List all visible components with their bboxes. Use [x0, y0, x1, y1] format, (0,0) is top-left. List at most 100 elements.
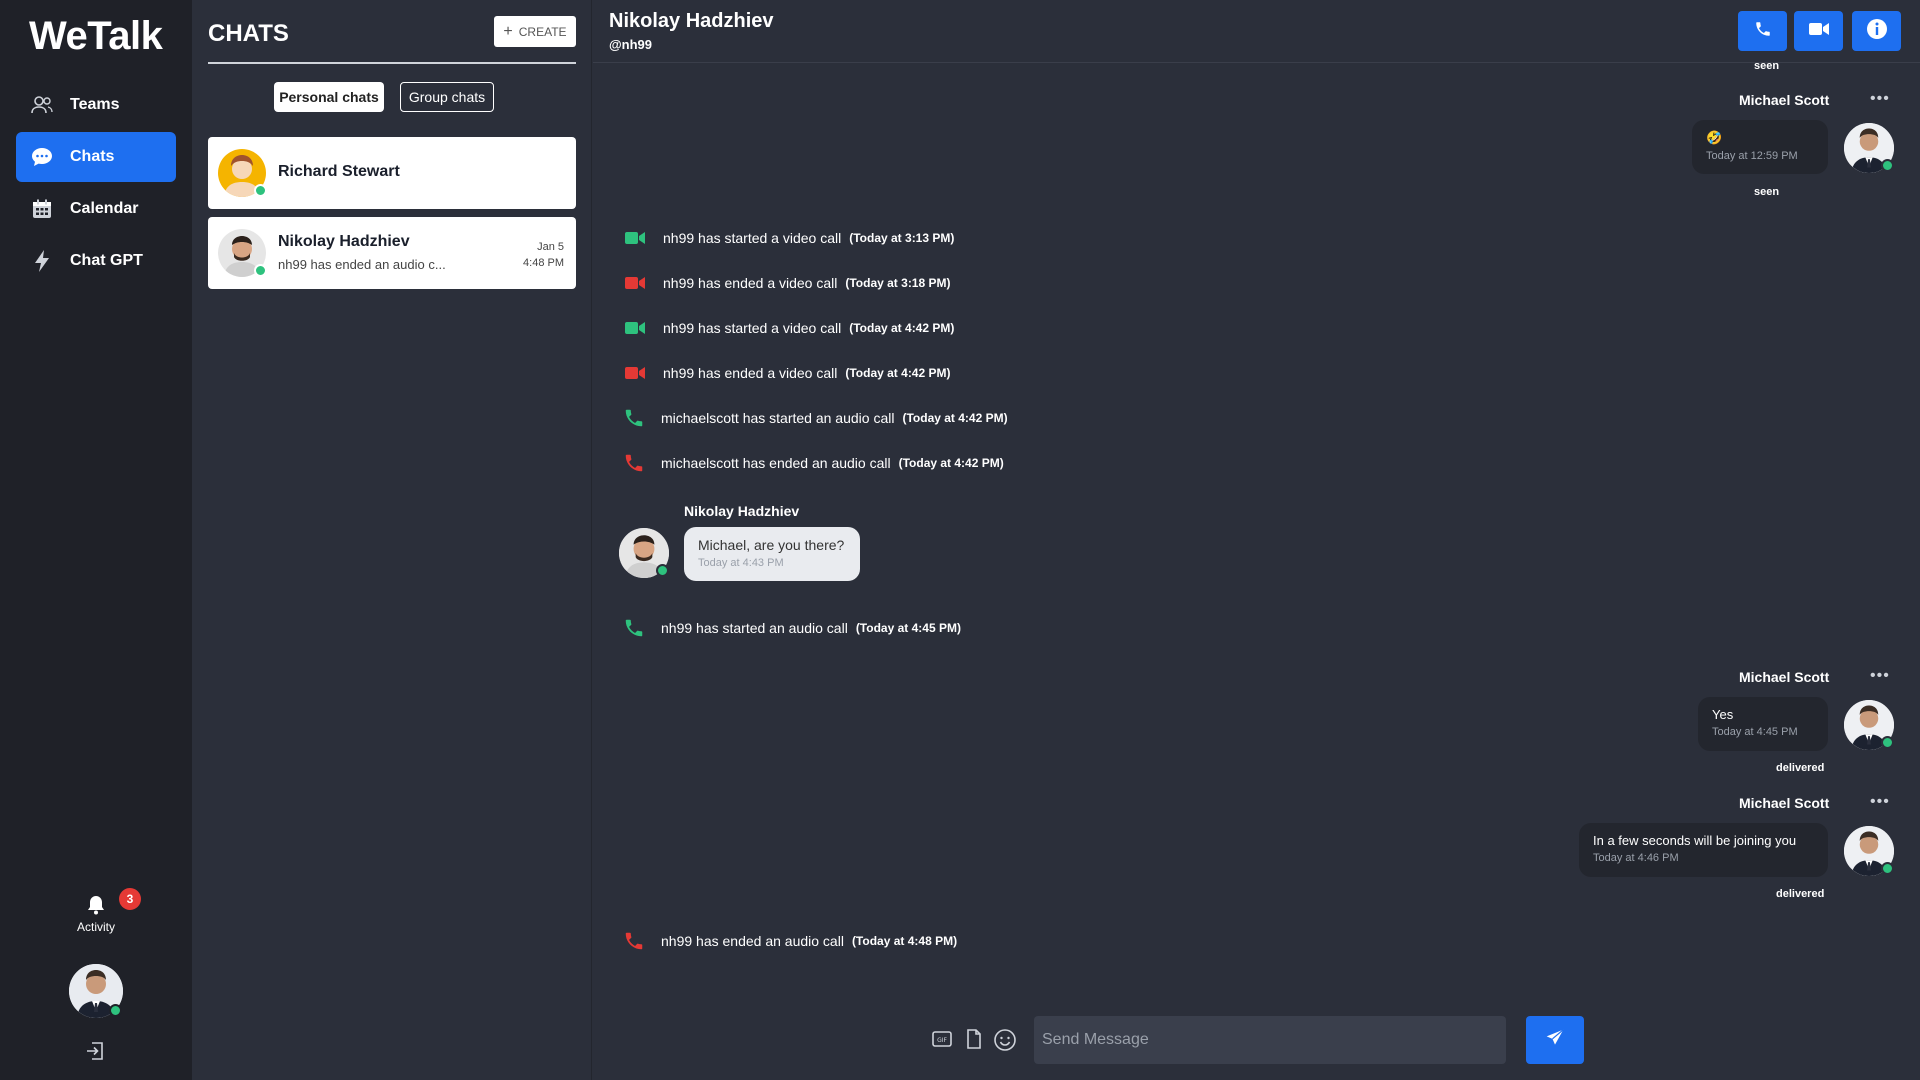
event-text: nh99 has ended an audio call [661, 933, 844, 949]
event-time: (Today at 4:45 PM) [855, 621, 961, 635]
nav-item-chat-gpt[interactable]: Chat GPT [16, 236, 176, 286]
chat-date: Jan 5 [537, 241, 564, 253]
incoming-message: Michael, are you there? Today at 4:43 PM [684, 527, 860, 581]
chat-name: Nikolay Hadzhiev [278, 233, 410, 250]
chats-panel: CHATS + CREATE Personal chats Group chat… [192, 0, 592, 1080]
conversation: Nikolay Hadzhiev @nh99 seen Michael Scot… [593, 0, 1920, 1080]
nav-item-label: Teams [70, 96, 120, 113]
event-text: nh99 has started a video call [663, 320, 842, 336]
message-time: Today at 4:45 PM [1712, 726, 1798, 738]
plus-icon: + [503, 22, 513, 40]
chat-list-item[interactable]: Richard Stewart [208, 137, 576, 209]
nav-item-label: Calendar [70, 200, 139, 217]
message-text: 🤣 [1706, 130, 1723, 145]
call-event: nh99 has ended a video call (Today at 3:… [623, 271, 951, 295]
svg-text:GIF: GIF [937, 1037, 947, 1044]
message-sender: Nikolay Hadzhiev [684, 503, 800, 519]
call-event: michaelscott has ended an audio call (To… [623, 451, 1004, 475]
nav-item-label: Chats [70, 148, 115, 165]
audio-call-button[interactable] [1738, 11, 1787, 51]
event-time: (Today at 3:18 PM) [845, 276, 951, 290]
phone-icon [1754, 20, 1772, 43]
event-text: michaelscott has started an audio call [661, 410, 895, 426]
conversation-header: Nikolay Hadzhiev @nh99 [593, 0, 1920, 63]
online-status-dot [656, 564, 669, 577]
divider [208, 62, 576, 64]
event-text: nh99 has started a video call [663, 230, 842, 246]
message-time: Today at 12:59 PM [1706, 150, 1798, 162]
tab-group-chats[interactable]: Group chats [400, 82, 494, 112]
create-label: CREATE [518, 24, 567, 39]
event-time: (Today at 4:42 PM) [898, 456, 1004, 470]
create-chat-button[interactable]: + CREATE [494, 16, 576, 47]
video-call-button[interactable] [1794, 11, 1843, 51]
event-text: michaelscott has ended an audio call [661, 455, 891, 471]
activity-button[interactable]: 3 Activity [60, 884, 141, 934]
video-camera-icon [1808, 21, 1829, 42]
video-camera-icon [623, 230, 649, 246]
info-button[interactable] [1852, 11, 1901, 51]
bolt-icon [30, 249, 54, 273]
message-options-icon[interactable]: ••• [1870, 90, 1890, 108]
calendar-icon [30, 197, 54, 221]
send-icon [1545, 1028, 1565, 1053]
message-text: Yes [1712, 707, 1734, 722]
video-camera-icon [623, 365, 649, 381]
event-text: nh99 has started an audio call [661, 620, 848, 636]
nav-item-teams[interactable]: Teams [16, 80, 176, 130]
event-time: (Today at 3:13 PM) [849, 231, 955, 245]
delivery-status: delivered [1776, 888, 1825, 900]
call-event: nh99 has started a video call (Today at … [623, 226, 954, 250]
panel-title: CHATS [208, 20, 289, 47]
call-event: michaelscott has started an audio call (… [623, 406, 1008, 430]
online-status-dot [254, 184, 267, 197]
message-time: Today at 4:43 PM [698, 557, 784, 569]
online-status-dot [254, 264, 267, 277]
event-time: (Today at 4:42 PM) [845, 366, 951, 380]
video-camera-icon [623, 275, 649, 291]
online-status-dot [1881, 736, 1894, 749]
read-status: seen [1754, 60, 1780, 72]
video-camera-icon [623, 320, 649, 336]
outgoing-message: 🤣 Today at 12:59 PM [1692, 120, 1828, 174]
call-event: nh99 has ended a video call (Today at 4:… [623, 361, 951, 385]
event-time: (Today at 4:48 PM) [851, 934, 958, 948]
message-options-icon[interactable]: ••• [1870, 793, 1890, 811]
online-status-dot [1881, 159, 1894, 172]
phone-icon [623, 930, 647, 952]
logout-icon[interactable] [84, 1040, 106, 1062]
send-button[interactable] [1526, 1016, 1584, 1064]
chat-list-item[interactable]: Nikolay Hadzhiev nh99 has ended an audio… [208, 217, 576, 289]
online-status-dot [109, 1004, 122, 1017]
message-text: In a few seconds will be joining you [1593, 833, 1797, 848]
conversation-handle: @nh99 [609, 37, 653, 52]
message-sender: Michael Scott [1739, 92, 1830, 108]
activity-badge: 3 [119, 888, 141, 910]
app-logo: WeTalk [29, 14, 163, 58]
online-status-dot [1881, 862, 1894, 875]
call-event: nh99 has ended an audio call (Today at 4… [623, 929, 957, 953]
message-time: Today at 4:46 PM [1593, 852, 1679, 864]
phone-icon [623, 617, 647, 639]
read-status: seen [1754, 186, 1780, 198]
event-time: (Today at 4:42 PM) [849, 321, 955, 335]
activity-label: Activity [76, 920, 115, 934]
outgoing-message: In a few seconds will be joining you Tod… [1579, 823, 1828, 877]
conversation-title: Nikolay Hadzhiev [609, 10, 774, 32]
tab-personal-chats[interactable]: Personal chats [274, 82, 384, 112]
event-text: nh99 has ended a video call [663, 275, 838, 291]
file-icon[interactable] [963, 1028, 987, 1052]
message-input[interactable] [1034, 1016, 1506, 1064]
gif-icon[interactable]: GIF [931, 1028, 955, 1052]
chat-time: 4:48 PM [523, 257, 564, 269]
nav-item-chats[interactable]: Chats [16, 132, 176, 182]
call-event: nh99 has started an audio call (Today at… [623, 616, 961, 640]
emoji-icon[interactable] [993, 1028, 1017, 1052]
left-nav: WeTalk Teams Chats Calendar Chat GPT 3 A… [0, 0, 192, 1080]
outgoing-message: Yes Today at 4:45 PM [1698, 697, 1828, 751]
phone-icon [623, 452, 647, 474]
message-options-icon[interactable]: ••• [1870, 667, 1890, 685]
bell-icon: 3 [85, 888, 141, 916]
nav-item-calendar[interactable]: Calendar [16, 184, 176, 234]
delivery-status: delivered [1776, 762, 1825, 774]
